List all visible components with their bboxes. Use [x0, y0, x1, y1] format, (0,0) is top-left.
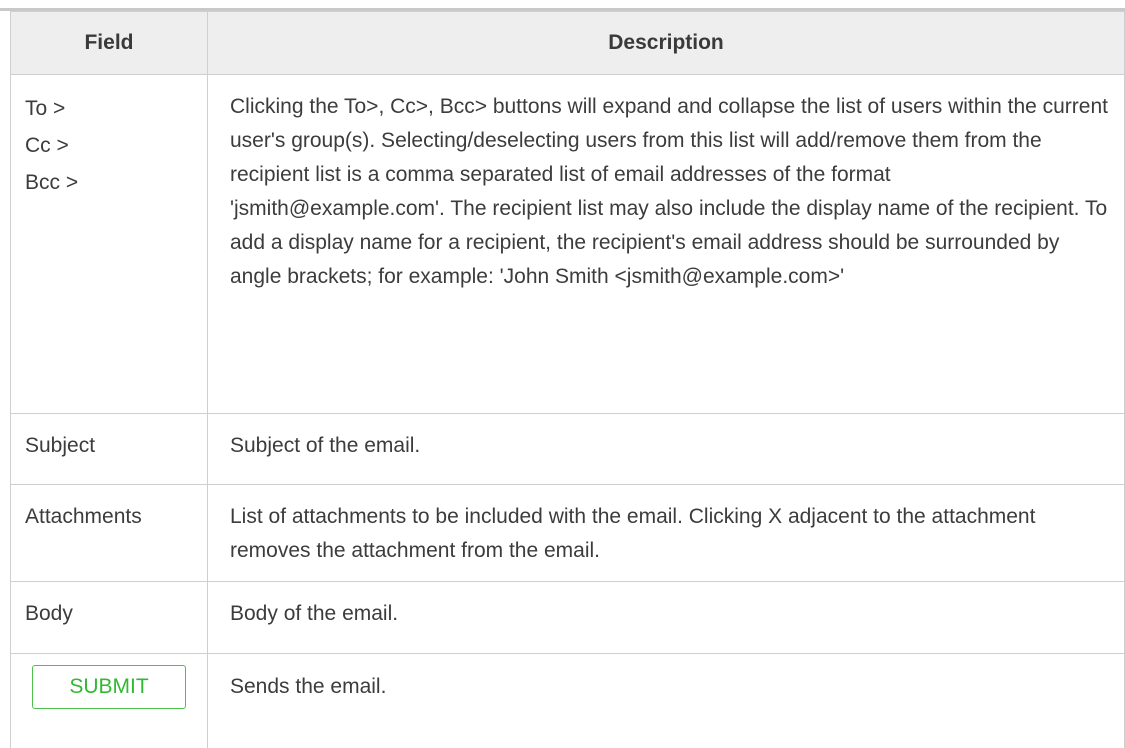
recipients-description: Clicking the To>, Cc>, Bcc> buttons will…: [207, 74, 1125, 414]
field-cell-recipients: To > Cc > Bcc >: [10, 74, 208, 414]
to-field-label: To >: [25, 97, 66, 120]
attachments-field-label: Attachments: [10, 484, 208, 582]
table-row: SUBMIT Sends the email.: [10, 653, 1125, 748]
header-description: Description: [207, 11, 1125, 75]
submit-field-cell: SUBMIT: [10, 653, 208, 748]
cc-field-label: Cc >: [25, 134, 69, 157]
subject-field-label: Subject: [10, 413, 208, 485]
table-header-row: Field Description: [10, 11, 1125, 75]
field-description-table: Field Description To > Cc > Bcc > Clicki…: [10, 11, 1125, 748]
table-row: Subject Subject of the email.: [10, 413, 1125, 485]
attachments-description: List of attachments to be included with …: [207, 484, 1125, 582]
bcc-field-label: Bcc >: [25, 171, 79, 194]
subject-description: Subject of the email.: [207, 413, 1125, 485]
body-field-label: Body: [10, 581, 208, 654]
header-field: Field: [10, 11, 208, 75]
table-row: Body Body of the email.: [10, 581, 1125, 654]
body-description: Body of the email.: [207, 581, 1125, 654]
document-page: Field Description To > Cc > Bcc > Clicki…: [0, 0, 1125, 748]
submit-description: Sends the email.: [207, 653, 1125, 748]
table-row: To > Cc > Bcc > Clicking the To>, Cc>, B…: [10, 74, 1125, 414]
table-row: Attachments List of attachments to be in…: [10, 484, 1125, 582]
submit-button[interactable]: SUBMIT: [32, 665, 186, 709]
